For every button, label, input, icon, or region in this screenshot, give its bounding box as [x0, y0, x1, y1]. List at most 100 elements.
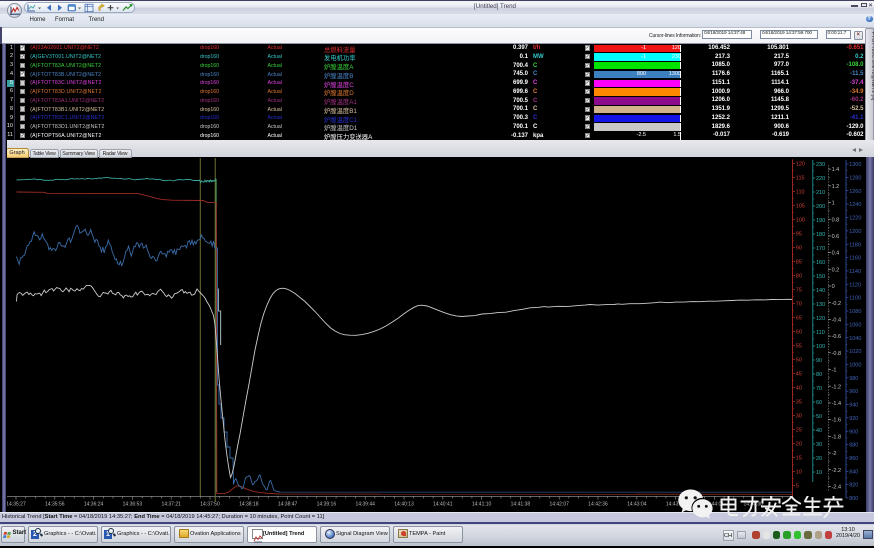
svg-text:14:39:44: 14:39:44: [355, 502, 375, 508]
svg-text:60: 60: [796, 330, 802, 336]
svg-text:230: 230: [816, 162, 825, 168]
svg-text:FTOTT83C.UNIT2@NET2 [5]: FTOTT83C.UNIT2@NET2 [5]: [870, 32, 874, 101]
svg-text:14:37:21: 14:37:21: [161, 502, 181, 508]
svg-text:180: 180: [816, 232, 825, 238]
svg-text:14:37:50: 14:37:50: [200, 502, 220, 508]
svg-text:14:38:47: 14:38:47: [278, 502, 298, 508]
svg-text:1260: 1260: [849, 189, 861, 195]
svg-text:115: 115: [796, 176, 805, 182]
svg-text:14:36:24: 14:36:24: [84, 502, 104, 508]
svg-text:-0.2: -0.2: [832, 301, 841, 307]
svg-text:20: 20: [796, 442, 802, 448]
svg-text:14:42:36: 14:42:36: [588, 502, 608, 508]
svg-text:0.8: 0.8: [832, 217, 840, 223]
svg-text:1180: 1180: [849, 242, 861, 248]
svg-text:90: 90: [816, 358, 822, 364]
svg-text:55: 55: [796, 344, 802, 350]
svg-text:105: 105: [796, 204, 805, 210]
svg-text:14:42:07: 14:42:07: [549, 502, 569, 508]
svg-text:14:35:27: 14:35:27: [6, 502, 26, 508]
svg-text:1240: 1240: [849, 202, 861, 208]
svg-text:1.2: 1.2: [832, 184, 840, 190]
svg-text:35: 35: [796, 400, 802, 406]
svg-text:50: 50: [796, 358, 802, 364]
svg-text:40: 40: [796, 386, 802, 392]
svg-text:14:38:18: 14:38:18: [239, 502, 259, 508]
svg-text:-1.6: -1.6: [832, 418, 841, 424]
svg-text:1: 1: [832, 201, 835, 207]
svg-text:1200: 1200: [849, 229, 861, 235]
svg-text:30: 30: [816, 442, 822, 448]
svg-text:14:39:16: 14:39:16: [317, 502, 337, 508]
svg-text:-0.8: -0.8: [832, 351, 841, 357]
svg-text:14:36:53: 14:36:53: [123, 502, 143, 508]
svg-text:1120: 1120: [849, 282, 861, 288]
svg-text:1300: 1300: [849, 162, 861, 168]
svg-text:0: 0: [832, 284, 835, 290]
svg-text:160: 160: [816, 260, 825, 266]
svg-text:30: 30: [796, 414, 802, 420]
svg-text:90: 90: [796, 246, 802, 252]
svg-text:900: 900: [849, 429, 858, 435]
svg-text:0.6: 0.6: [832, 234, 840, 240]
svg-text:80: 80: [816, 372, 822, 378]
svg-text:1.4: 1.4: [832, 167, 840, 173]
svg-text:-0.6: -0.6: [832, 334, 841, 340]
svg-text:1220: 1220: [849, 216, 861, 222]
svg-text:1000: 1000: [849, 363, 861, 369]
svg-text:14:41:38: 14:41:38: [511, 502, 531, 508]
svg-text:10: 10: [816, 470, 822, 476]
svg-text:880: 880: [849, 443, 858, 449]
svg-text:120: 120: [816, 316, 825, 322]
svg-text:0.4: 0.4: [832, 251, 840, 257]
svg-text:60: 60: [816, 400, 822, 406]
svg-text:20: 20: [816, 456, 822, 462]
svg-text:140: 140: [816, 288, 825, 294]
svg-text:45: 45: [796, 372, 802, 378]
svg-text:200: 200: [816, 204, 825, 210]
svg-text:860: 860: [849, 456, 858, 462]
svg-text:960: 960: [849, 389, 858, 395]
svg-text:980: 980: [849, 376, 858, 382]
svg-text:-0.4: -0.4: [832, 318, 841, 324]
svg-text:25: 25: [796, 428, 802, 434]
svg-text:10: 10: [796, 470, 802, 476]
svg-text:170: 170: [816, 246, 825, 252]
svg-text:1160: 1160: [849, 256, 861, 262]
svg-text:65: 65: [796, 316, 802, 322]
svg-text:1040: 1040: [849, 336, 861, 342]
svg-text:130: 130: [816, 302, 825, 308]
svg-text:14:40:41: 14:40:41: [433, 502, 453, 508]
svg-text:14:35:56: 14:35:56: [45, 502, 65, 508]
svg-text:14:43:04: 14:43:04: [627, 502, 647, 508]
svg-text:15: 15: [796, 456, 802, 462]
svg-text:110: 110: [796, 190, 805, 196]
svg-text:40: 40: [816, 428, 822, 434]
svg-text:1080: 1080: [849, 309, 861, 315]
svg-text:190: 190: [816, 218, 825, 224]
svg-text:-1.8: -1.8: [832, 434, 841, 440]
svg-text:-1.2: -1.2: [832, 384, 841, 390]
svg-text:70: 70: [816, 386, 822, 392]
svg-text:-2.2: -2.2: [832, 468, 841, 474]
svg-text:100: 100: [816, 344, 825, 350]
svg-text:50: 50: [816, 414, 822, 420]
svg-text:1100: 1100: [849, 296, 861, 302]
svg-text:-1.4: -1.4: [832, 401, 841, 407]
svg-text:95: 95: [796, 232, 802, 238]
svg-text:14:41:10: 14:41:10: [472, 502, 492, 508]
svg-text:1060: 1060: [849, 322, 861, 328]
svg-text:75: 75: [796, 288, 802, 294]
svg-text:940: 940: [849, 403, 858, 409]
svg-text:70: 70: [796, 302, 802, 308]
svg-text:1140: 1140: [849, 269, 861, 275]
svg-text:1020: 1020: [849, 349, 861, 355]
svg-text:-2: -2: [832, 451, 837, 457]
svg-text:110: 110: [816, 330, 825, 336]
svg-text:120: 120: [796, 162, 805, 168]
svg-text:0.2: 0.2: [832, 267, 840, 273]
svg-text:920: 920: [849, 416, 858, 422]
svg-text:150: 150: [816, 274, 825, 280]
svg-text:-1: -1: [832, 368, 837, 374]
svg-text:85: 85: [796, 260, 802, 266]
